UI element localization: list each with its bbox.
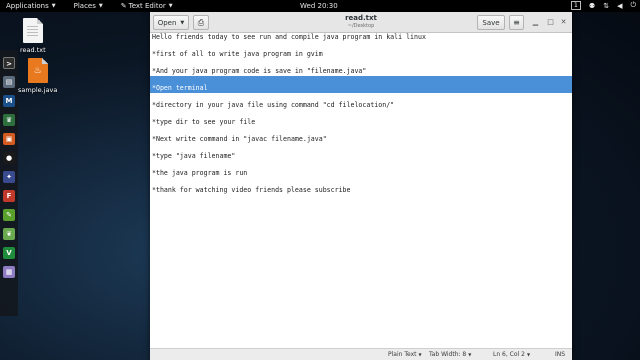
files-icon[interactable]: ▤ xyxy=(3,76,15,88)
chevron-down-icon: ▼ xyxy=(418,352,422,357)
cursor-position[interactable]: Ln 6, Col 2 ▼ xyxy=(493,351,530,358)
gedit-icon[interactable]: ▦ xyxy=(3,266,15,278)
workspace-indicator[interactable]: 1 xyxy=(570,1,581,10)
metasploit-icon[interactable]: M xyxy=(3,95,15,107)
text-line: *thank for watching video friends please… xyxy=(152,186,351,194)
tab-width-selector[interactable]: Tab Width: 8 ▼ xyxy=(429,351,471,358)
text-line xyxy=(150,178,572,187)
network-icon[interactable]: ⇅ xyxy=(603,2,609,10)
text-line xyxy=(150,59,572,68)
tab-width-label: Tab Width: 8 xyxy=(429,351,467,358)
text-line: *type "java filename" xyxy=(152,152,236,160)
desktop-icon-read-txt[interactable]: read.txt xyxy=(20,18,46,54)
text-line: *directory in your java file using comma… xyxy=(152,101,395,109)
status-bar: Plain Text ▼ Tab Width: 8 ▼ Ln 6, Col 2 … xyxy=(150,348,572,360)
text-line: *the java program is run xyxy=(152,169,248,177)
chevron-down-icon: ▼ xyxy=(468,352,472,357)
text-line: *type dir to see your file xyxy=(152,118,256,126)
applications-label: Applications xyxy=(6,2,49,10)
text-line xyxy=(150,161,572,170)
desktop-icon-sample-java[interactable]: ♨ sample.java xyxy=(18,58,57,94)
text-line: *first of all to write java program in g… xyxy=(152,50,323,58)
maximize-icon[interactable]: □ xyxy=(546,18,555,27)
save-label: Save xyxy=(482,18,500,27)
text-area[interactable]: Hello friends today to see run and compi… xyxy=(150,33,572,348)
save-button[interactable]: Save xyxy=(477,15,505,30)
text-line xyxy=(150,42,572,51)
cherrytree-icon[interactable]: ❦ xyxy=(3,228,15,240)
armitage-icon[interactable]: ♛ xyxy=(3,114,15,126)
clock[interactable]: Wed 20:30 xyxy=(300,0,338,12)
text-line xyxy=(150,144,572,153)
accessibility-icon[interactable]: ⚉ xyxy=(589,2,595,10)
places-label: Places xyxy=(73,2,96,10)
hamburger-icon: ≡ xyxy=(513,18,520,27)
places-menu[interactable]: Places ▼ xyxy=(74,2,103,10)
power-icon[interactable]: ⏻ xyxy=(630,1,636,10)
text-line-selected: *Open terminal xyxy=(150,84,572,93)
faraday-icon[interactable]: F xyxy=(3,190,15,202)
leafpad-icon[interactable]: ✎ xyxy=(3,209,15,221)
applications-menu[interactable]: Applications ▼ xyxy=(6,2,56,10)
chevron-down-icon: ▼ xyxy=(526,352,531,357)
minimize-icon[interactable]: ▁ xyxy=(531,18,540,27)
dock: > ▤ M ♛ ▣ ● ✦ F ✎ ❦ V ▦ xyxy=(0,50,18,316)
text-editor-window: Open ▼ ⎙ read.txt ~/Desktop Save ≡ ▁ □ ✕… xyxy=(150,12,572,360)
syntax-label: Plain Text xyxy=(388,351,417,358)
text-file-icon xyxy=(22,18,43,43)
desktop-icon-label: sample.java xyxy=(18,86,58,94)
chevron-down-icon: ▼ xyxy=(51,3,56,9)
text-line: Hello friends today to see run and compi… xyxy=(152,33,426,41)
text-line xyxy=(150,110,572,119)
java-file-icon: ♨ xyxy=(27,58,48,83)
text-line: *And your java program code is save in "… xyxy=(152,67,367,75)
volume-icon[interactable]: ◀ xyxy=(617,2,622,10)
insert-mode: INS xyxy=(555,351,566,358)
text-editor-label: Text Editor xyxy=(128,2,166,10)
text-editor-app-icon: ✎ xyxy=(120,2,127,10)
top-panel: Applications ▼ Places ▼ ✎ Text Editor ▼ … xyxy=(0,0,640,12)
vim-icon[interactable]: V xyxy=(3,247,15,259)
header-bar: Open ▼ ⎙ read.txt ~/Desktop Save ≡ ▁ □ ✕ xyxy=(150,12,572,33)
cursor-position-label: Ln 6, Col 2 xyxy=(493,351,525,358)
text-line-selected xyxy=(150,75,572,84)
terminal-icon[interactable]: > xyxy=(3,57,15,69)
syntax-selector[interactable]: Plain Text ▼ xyxy=(388,351,422,358)
text-line xyxy=(150,127,572,136)
close-icon[interactable]: ✕ xyxy=(559,18,568,27)
menu-button[interactable]: ≡ xyxy=(509,15,524,30)
text-line: *Next write command in "javac filename.j… xyxy=(152,135,327,143)
chevron-down-icon: ▼ xyxy=(168,3,173,9)
desktop-icon-label: read.txt xyxy=(20,46,46,54)
burpsuite-icon[interactable]: ▣ xyxy=(3,133,15,145)
text-line xyxy=(150,93,572,102)
beef-icon[interactable]: ✦ xyxy=(3,171,15,183)
text-editor-menu[interactable]: ✎ Text Editor ▼ xyxy=(121,2,173,10)
maltego-icon[interactable]: ● xyxy=(3,152,15,164)
chevron-down-icon: ▼ xyxy=(98,3,103,9)
